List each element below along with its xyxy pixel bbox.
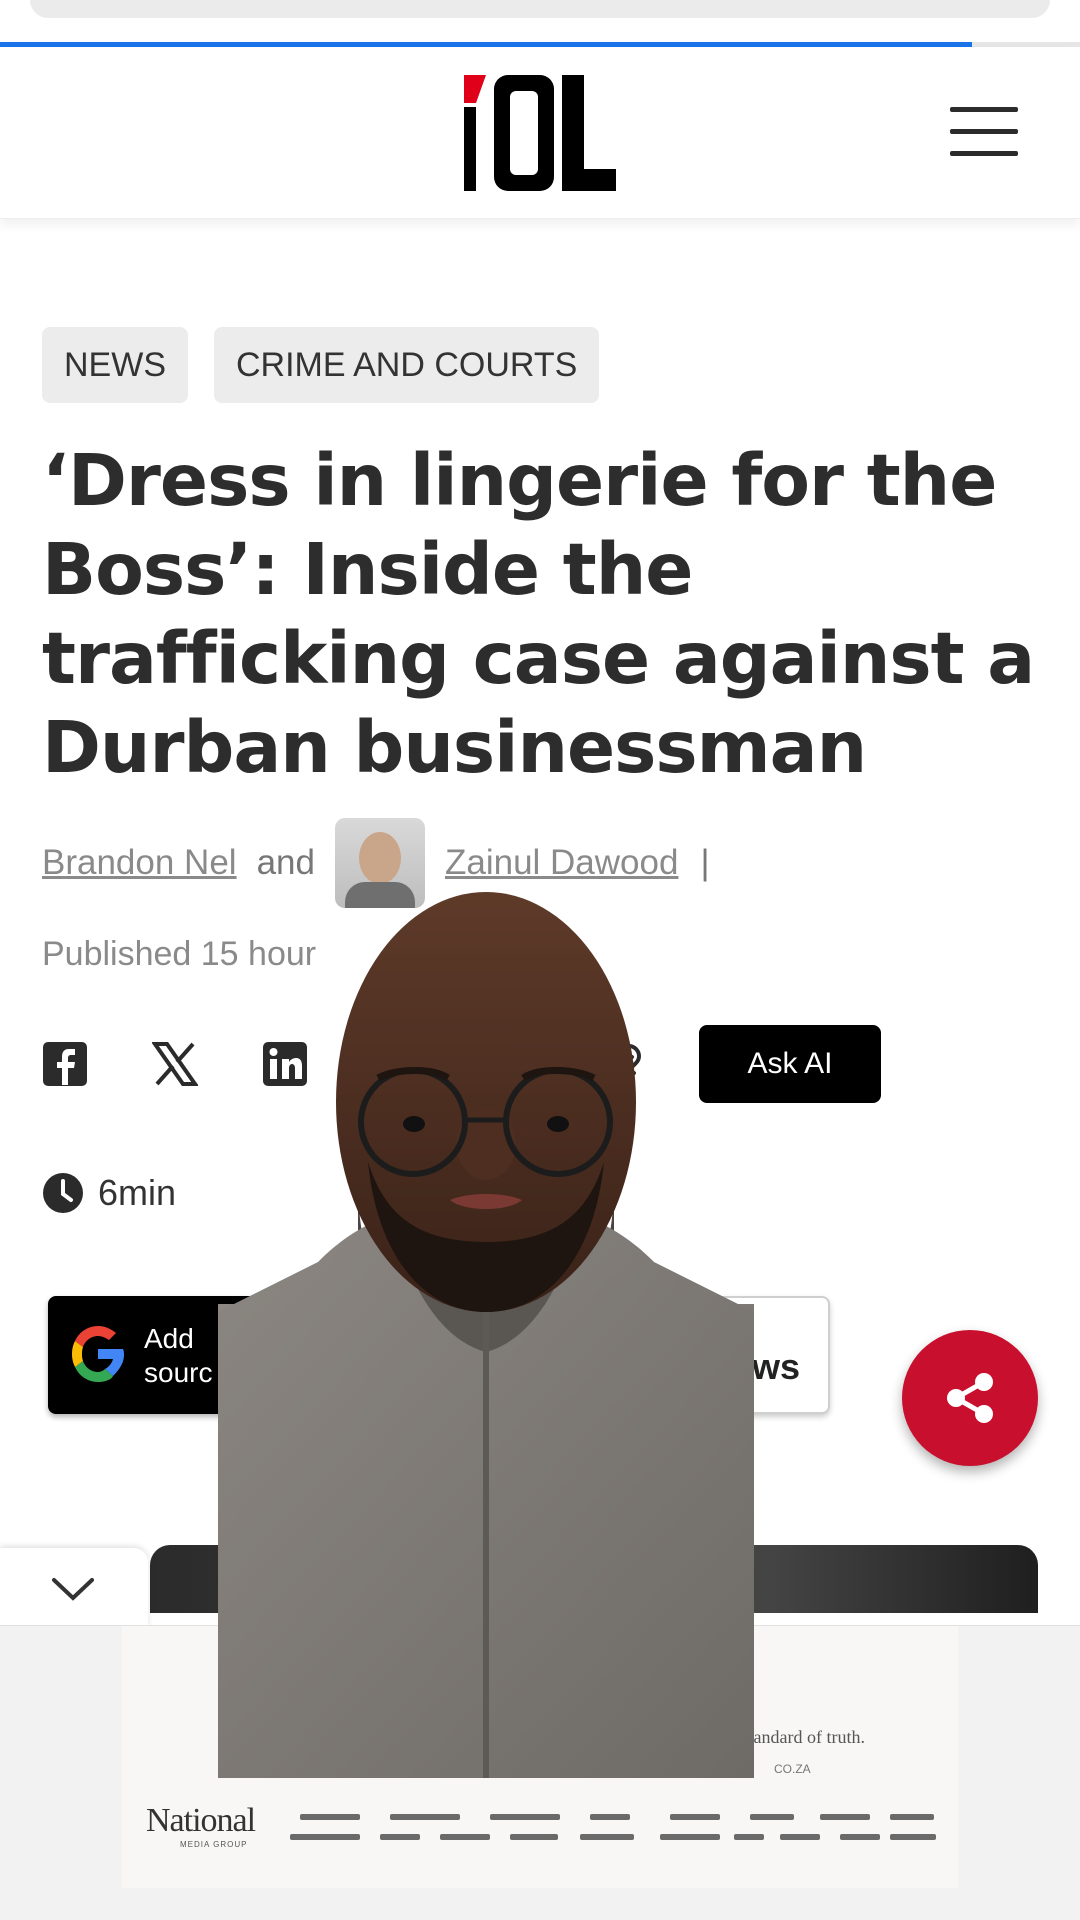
google-g-icon: [72, 1326, 124, 1382]
read-time-value: 6min: [98, 1172, 177, 1213]
article-headline: ‘Dress in lingerie for the Boss’: Inside…: [42, 439, 1035, 789]
byline-and: and: [256, 843, 315, 882]
site-header: [0, 47, 1080, 219]
facebook-icon[interactable]: [42, 1041, 88, 1087]
tag-news[interactable]: NEWS: [42, 327, 188, 403]
ad-logo: National: [146, 1802, 256, 1839]
ad-publication-logos: [290, 1810, 940, 1850]
browser-url-bar[interactable]: [30, 0, 1050, 18]
category-tags: NEWS CRIME AND COURTS: [42, 327, 600, 403]
menu-button[interactable]: [950, 105, 1020, 157]
byline-separator: |: [700, 843, 710, 882]
share-icon: [947, 1373, 993, 1423]
google-badge-line1: Add: [144, 1323, 194, 1354]
google-badge-line2: sourc: [144, 1357, 213, 1388]
floating-share-button[interactable]: [902, 1330, 1038, 1466]
iol-logo[interactable]: [462, 73, 618, 193]
author-link-brandon-nel[interactable]: Brandon Nel: [42, 843, 237, 883]
video-overlay[interactable]: [218, 882, 754, 1778]
x-icon[interactable]: [152, 1041, 198, 1087]
author-link-zainul-dawood[interactable]: Zainul Dawood: [445, 843, 678, 883]
clock-icon: [43, 1173, 83, 1213]
ad-logo-sub: MEDIA GROUP: [180, 1840, 248, 1849]
read-time: 6min: [42, 1172, 176, 1214]
tag-crime-and-courts[interactable]: CRIME AND COURTS: [214, 327, 600, 403]
hamburger-menu-icon: [950, 107, 1018, 112]
ad-domain: CO.ZA: [774, 1762, 811, 1776]
collapse-ad-button[interactable]: [0, 1548, 148, 1630]
chevron-down-icon: [52, 1578, 94, 1601]
